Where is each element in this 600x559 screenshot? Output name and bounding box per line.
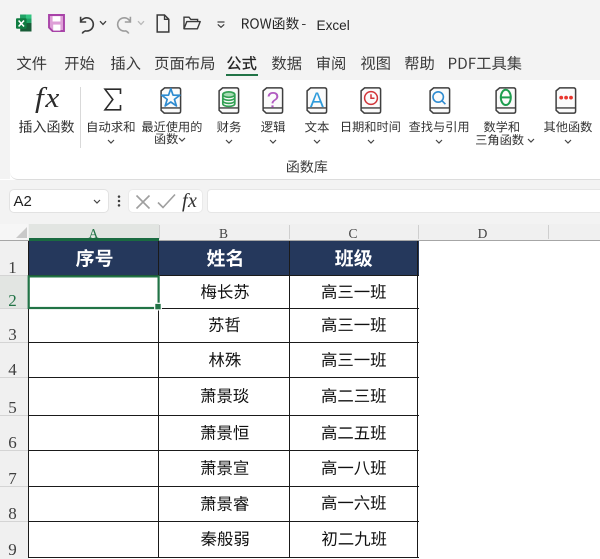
svg-text:?: ?: [266, 88, 279, 113]
svg-text:A: A: [310, 89, 324, 112]
